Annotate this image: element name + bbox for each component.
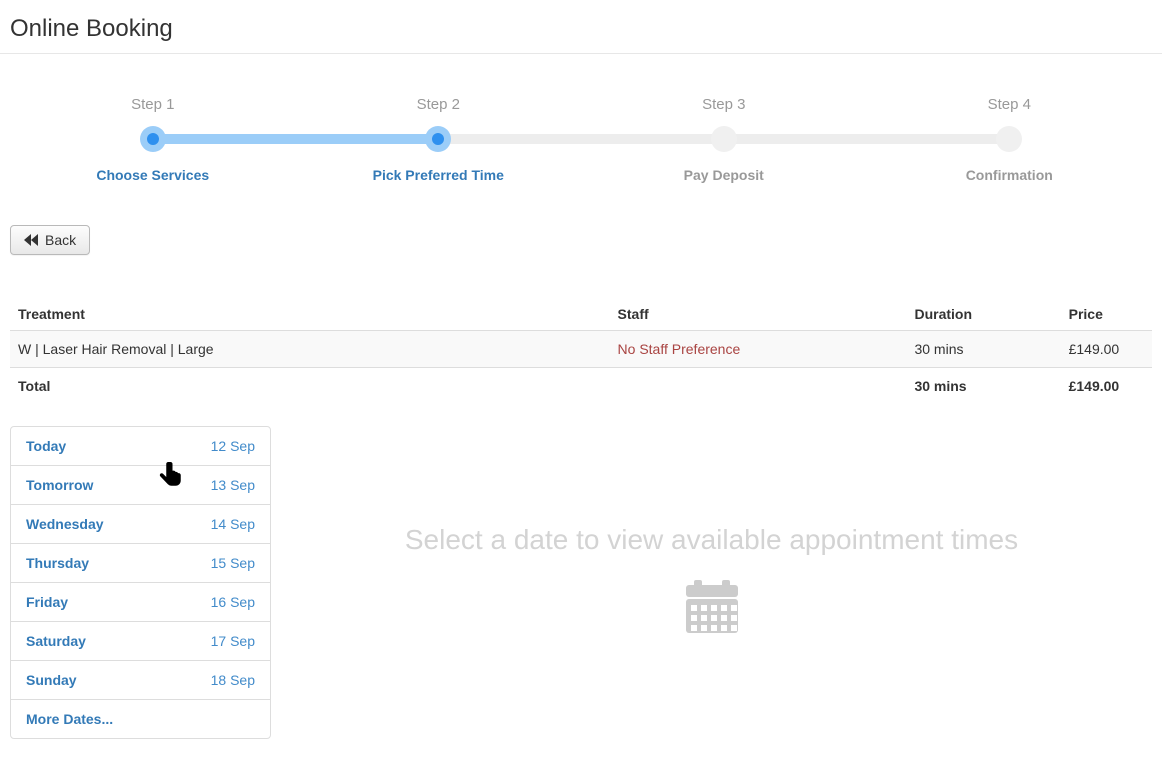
table-row: W | Laser Hair Removal | Large No Staff … bbox=[10, 331, 1152, 368]
date-list: Today 12 Sep Tomorrow 13 Sep Wednesday 1… bbox=[10, 426, 271, 739]
page-title: Online Booking bbox=[10, 15, 1152, 43]
step-3-name: Pay Deposit bbox=[581, 167, 867, 183]
step-progress-indicator: Step 1 Step 2 Step 3 Step 4 Choose Servi… bbox=[10, 96, 1152, 183]
date-selection-section: Today 12 Sep Tomorrow 13 Sep Wednesday 1… bbox=[10, 426, 1152, 739]
duration-cell: 30 mins bbox=[906, 331, 1060, 368]
step-4-number: Step 4 bbox=[867, 96, 1153, 113]
total-label-cell: Total bbox=[10, 368, 610, 405]
table-header-row: Treatment Staff Duration Price bbox=[10, 298, 1152, 331]
appointment-times-panel: Select a date to view available appointm… bbox=[271, 426, 1152, 639]
step-4-circle bbox=[996, 126, 1022, 152]
treatment-column-header: Treatment bbox=[10, 298, 610, 331]
duration-column-header: Duration bbox=[906, 298, 1060, 331]
booking-summary-table: Treatment Staff Duration Price W | Laser… bbox=[10, 298, 1152, 404]
total-price-cell: £149.00 bbox=[1061, 368, 1152, 405]
step-1-number: Step 1 bbox=[10, 96, 296, 113]
step-name-row: Choose Services Pick Preferred Time Pay … bbox=[10, 167, 1152, 183]
price-column-header: Price bbox=[1061, 298, 1152, 331]
step-2-circle bbox=[425, 126, 451, 152]
calendar-icon bbox=[271, 578, 1152, 639]
price-cell: £149.00 bbox=[1061, 331, 1152, 368]
total-staff-spacer-cell bbox=[610, 368, 907, 405]
backward-icon bbox=[24, 234, 38, 246]
date-item-friday[interactable]: Friday 16 Sep bbox=[11, 582, 270, 621]
date-item-saturday[interactable]: Saturday 17 Sep bbox=[11, 621, 270, 660]
staff-preference-cell: No Staff Preference bbox=[610, 331, 907, 368]
step-1-name: Choose Services bbox=[10, 167, 296, 183]
back-button-label: Back bbox=[45, 232, 76, 248]
online-booking-page: Online Booking Step 1 Step 2 Step 3 Step… bbox=[0, 15, 1162, 739]
toolbar: Back bbox=[10, 225, 1152, 255]
step-1-circle bbox=[140, 126, 166, 152]
more-dates-link[interactable]: More Dates... bbox=[11, 699, 270, 738]
date-item-tomorrow[interactable]: Tomorrow 13 Sep bbox=[11, 465, 270, 504]
select-date-message: Select a date to view available appointm… bbox=[271, 525, 1152, 555]
progress-segment-active bbox=[153, 134, 439, 144]
date-item-sunday[interactable]: Sunday 18 Sep bbox=[11, 660, 270, 699]
step-4-name: Confirmation bbox=[867, 167, 1153, 183]
staff-column-header: Staff bbox=[610, 298, 907, 331]
step-3-number: Step 3 bbox=[581, 96, 867, 113]
date-item-thursday[interactable]: Thursday 15 Sep bbox=[11, 543, 270, 582]
date-item-today[interactable]: Today 12 Sep bbox=[11, 427, 270, 465]
treatment-cell: W | Laser Hair Removal | Large bbox=[10, 331, 610, 368]
date-item-wednesday[interactable]: Wednesday 14 Sep bbox=[11, 504, 270, 543]
table-body: W | Laser Hair Removal | Large No Staff … bbox=[10, 331, 1152, 405]
title-divider bbox=[0, 53, 1162, 54]
back-button[interactable]: Back bbox=[10, 225, 90, 255]
step-2-name: Pick Preferred Time bbox=[296, 167, 582, 183]
step-progress-track bbox=[10, 126, 1152, 152]
total-row: Total 30 mins £149.00 bbox=[10, 368, 1152, 405]
step-3-circle bbox=[711, 126, 737, 152]
progress-segment-inactive bbox=[724, 134, 1010, 144]
total-duration-cell: 30 mins bbox=[906, 368, 1060, 405]
step-2-number: Step 2 bbox=[296, 96, 582, 113]
step-number-row: Step 1 Step 2 Step 3 Step 4 bbox=[10, 96, 1152, 113]
progress-segment-inactive bbox=[438, 134, 724, 144]
table-header: Treatment Staff Duration Price bbox=[10, 298, 1152, 331]
